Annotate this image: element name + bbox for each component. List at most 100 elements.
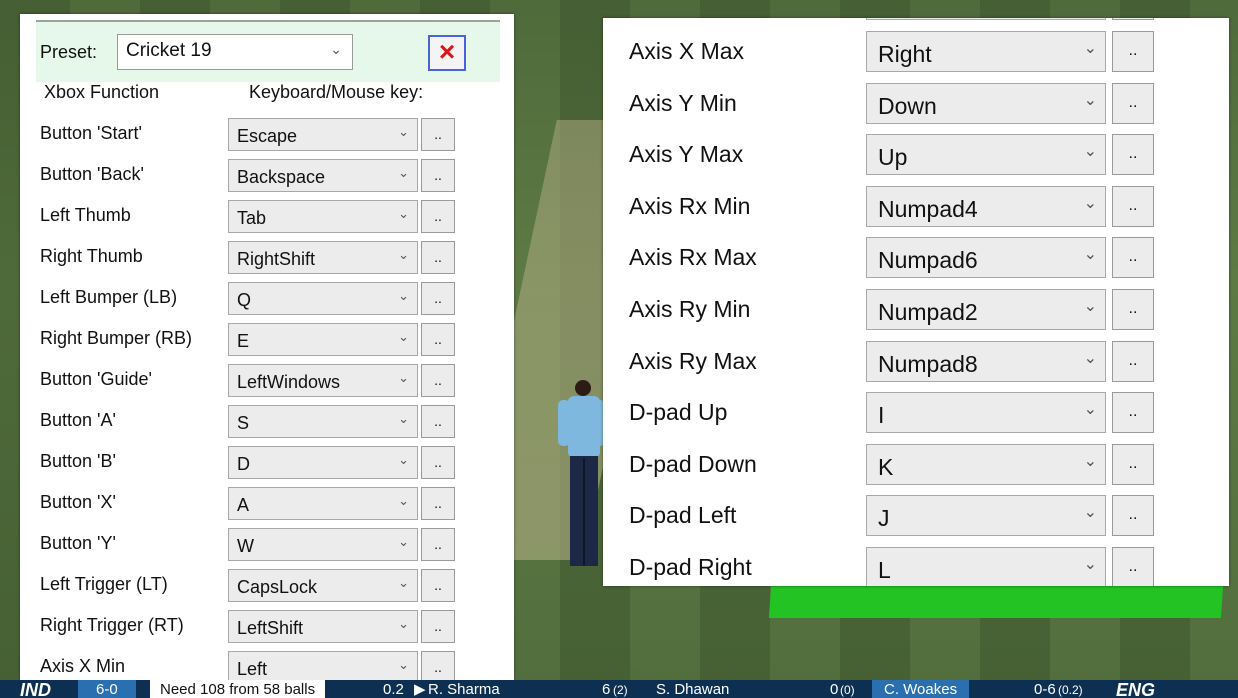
key-dropdown[interactable]: Backspace ⌄	[228, 159, 418, 192]
chevron-down-icon: ⌄	[398, 657, 409, 672]
batter1-balls: (2)	[613, 683, 628, 697]
key-dropdown[interactable]: Down ⌄	[866, 82, 1106, 124]
key-dropdown[interactable]: J ⌄	[866, 495, 1106, 537]
chevron-down-icon: ⌄	[1083, 40, 1097, 57]
function-label: Axis Y Min	[629, 89, 737, 116]
key-dropdown[interactable]: Tab ⌄	[228, 200, 418, 233]
browse-key-button[interactable]: ..	[1112, 237, 1154, 279]
function-label: Button 'A'	[40, 410, 116, 430]
top-partial-button[interactable]	[1112, 18, 1154, 20]
key-dropdown[interactable]: Numpad8 ⌄	[866, 340, 1106, 382]
browse-key-button[interactable]: ..	[421, 323, 455, 356]
browse-key-button[interactable]: ..	[1112, 31, 1154, 72]
chevron-down-icon: ⌄	[1083, 504, 1097, 522]
function-label: D-pad Down	[629, 450, 757, 477]
key-dropdown[interactable]: RightShift ⌄	[228, 241, 418, 274]
key-dropdown[interactable]: K ⌄	[866, 443, 1106, 485]
browse-key-button[interactable]: ..	[421, 364, 455, 397]
function-label: Button 'Y'	[40, 533, 116, 553]
key-dropdown[interactable]: D ⌄	[228, 446, 418, 479]
overs: 0.2	[383, 681, 404, 698]
key-value: E	[237, 331, 250, 351]
bowler-overs: (0.2)	[1058, 683, 1083, 697]
key-dropdown[interactable]: Numpad6 ⌄	[866, 237, 1106, 279]
function-label: Button 'Start'	[40, 123, 142, 143]
key-dropdown[interactable]: Up ⌄	[866, 134, 1106, 176]
browse-key-button[interactable]: ..	[1112, 392, 1154, 434]
key-value: CapsLock	[237, 577, 318, 597]
browse-key-button[interactable]: ..	[421, 241, 455, 274]
browse-key-button[interactable]: ..	[1112, 495, 1154, 537]
key-value: LeftShift	[237, 618, 304, 638]
key-dropdown[interactable]: S ⌄	[228, 405, 418, 438]
chevron-down-icon: ⌄	[1083, 298, 1097, 315]
preset-dropdown[interactable]: Cricket 19 ⌄	[117, 34, 353, 70]
key-dropdown[interactable]: LeftShift ⌄	[228, 610, 418, 643]
browse-key-button[interactable]: ..	[421, 528, 455, 561]
scorebar: IND 6-0 Need 108 from 58 balls 0.2 ▶ R. …	[0, 680, 1238, 698]
chevron-down-icon: ⌄	[398, 575, 409, 590]
key-value: Tab	[237, 208, 267, 228]
key-value: J	[878, 505, 890, 532]
browse-key-button[interactable]: ..	[1112, 134, 1154, 176]
browse-key-button[interactable]: ..	[421, 159, 455, 192]
key-dropdown[interactable]: E ⌄	[228, 323, 418, 356]
chevron-down-icon: ⌄	[398, 124, 409, 139]
close-icon: ×	[438, 36, 456, 67]
browse-key-button[interactable]: ..	[421, 487, 455, 520]
key-dropdown[interactable]: L ⌄	[866, 547, 1106, 586]
chevron-down-icon: ⌄	[398, 452, 409, 467]
key-value: Right	[878, 41, 932, 67]
function-label: Right Bumper (RB)	[40, 328, 193, 348]
function-label: Button 'X'	[40, 492, 116, 512]
key-dropdown[interactable]: Q ⌄	[228, 282, 418, 315]
keyboard-key-header: Keyboard/Mouse key:	[249, 82, 424, 102]
key-value: Up	[878, 144, 908, 171]
key-value: K	[878, 453, 894, 480]
key-value: W	[237, 536, 254, 556]
key-dropdown[interactable]: Right ⌄	[866, 31, 1106, 72]
xbox-function-header: Xbox Function	[44, 82, 160, 102]
key-dropdown[interactable]: Numpad2 ⌄	[866, 289, 1106, 330]
browse-key-button[interactable]: ..	[1112, 547, 1154, 586]
browse-key-button[interactable]: ..	[1112, 185, 1154, 227]
key-value: Numpad6	[878, 247, 978, 274]
key-value: A	[237, 495, 250, 515]
key-value: Q	[237, 290, 252, 310]
key-dropdown[interactable]: CapsLock ⌄	[228, 569, 418, 602]
browse-key-button[interactable]: ..	[421, 610, 455, 643]
browse-key-button[interactable]: ..	[1112, 289, 1154, 330]
function-label: Left Bumper (LB)	[40, 287, 178, 307]
top-partial-dropdown[interactable]	[866, 18, 1106, 20]
function-label: Right Thumb	[40, 246, 143, 266]
bowler-figures: 0-6	[1034, 681, 1056, 698]
browse-key-button[interactable]: ..	[421, 200, 455, 233]
chevron-down-icon: ⌄	[1083, 401, 1097, 419]
browse-key-button[interactable]: ..	[421, 569, 455, 602]
function-label: Button 'Guide'	[40, 369, 152, 389]
key-dropdown[interactable]: Numpad4 ⌄	[866, 185, 1106, 227]
green-mat	[768, 586, 1224, 618]
browse-key-button[interactable]: ..	[1112, 340, 1154, 382]
browse-key-button[interactable]: ..	[421, 405, 455, 438]
function-label: Left Trigger (LT)	[40, 574, 168, 594]
key-dropdown[interactable]: LeftWindows ⌄	[228, 364, 418, 397]
key-dropdown[interactable]: A ⌄	[228, 487, 418, 520]
browse-key-button[interactable]: ..	[421, 118, 455, 151]
key-dropdown[interactable]: W ⌄	[228, 528, 418, 561]
browse-key-button[interactable]: ..	[421, 282, 455, 315]
key-value: S	[237, 413, 250, 433]
delete-preset-button[interactable]: ×	[428, 35, 466, 71]
key-dropdown[interactable]: I ⌄	[866, 392, 1106, 434]
browse-key-button[interactable]: ..	[1112, 443, 1154, 485]
function-label: Axis Rx Max	[629, 244, 757, 271]
function-label: Axis X Min	[40, 656, 126, 676]
chevron-down-icon: ⌄	[1083, 349, 1097, 367]
target-text: Need 108 from 58 balls	[150, 680, 326, 698]
key-dropdown[interactable]: Escape ⌄	[228, 118, 418, 151]
browse-key-button[interactable]: ..	[421, 446, 455, 479]
batter1-name: R. Sharma	[428, 681, 500, 698]
browse-key-button[interactable]: ..	[1112, 82, 1154, 124]
chevron-down-icon: ⌄	[398, 247, 409, 262]
chevron-down-icon: ⌄	[1083, 246, 1097, 264]
